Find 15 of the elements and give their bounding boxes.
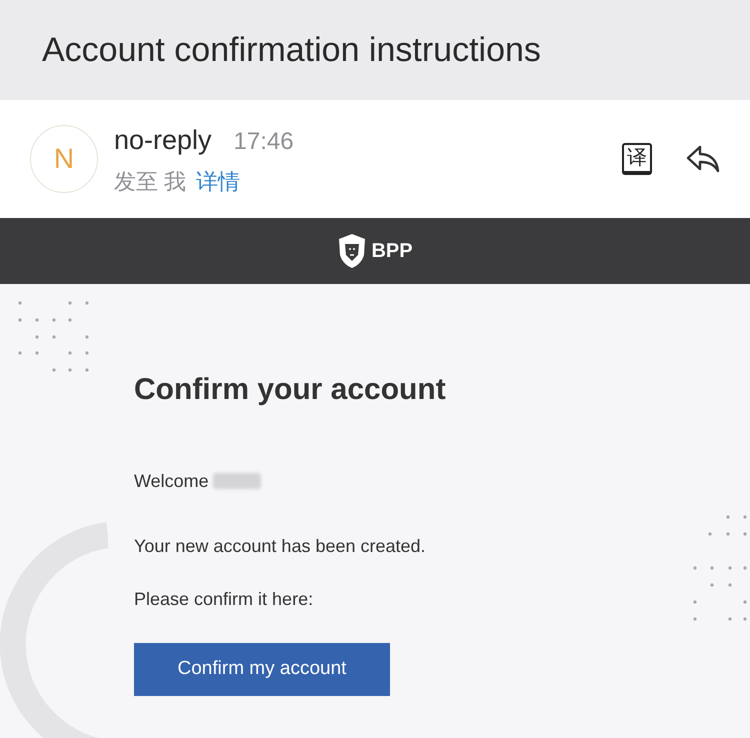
details-link[interactable]: 详情 (196, 164, 240, 198)
recipient-label: 发至 我 (114, 168, 186, 196)
greeting-text: Welcome (134, 471, 209, 491)
received-time: 17:46 (234, 127, 294, 158)
confirm-account-button[interactable]: Confirm my account (134, 643, 390, 696)
body-text: Please confirm it here: (134, 588, 314, 611)
email-heading: Confirm your account (134, 372, 447, 408)
email-subject: Account confirmation instructions (42, 30, 541, 70)
brand-logo-text: BPP (371, 239, 413, 264)
lion-shield-icon (337, 233, 368, 269)
sender-name: no-reply (114, 124, 212, 158)
sender-avatar: N (30, 125, 98, 193)
translate-button[interactable]: 译 (622, 143, 652, 175)
body-text: Your new account has been created. (134, 535, 427, 558)
reply-button[interactable] (686, 144, 720, 174)
